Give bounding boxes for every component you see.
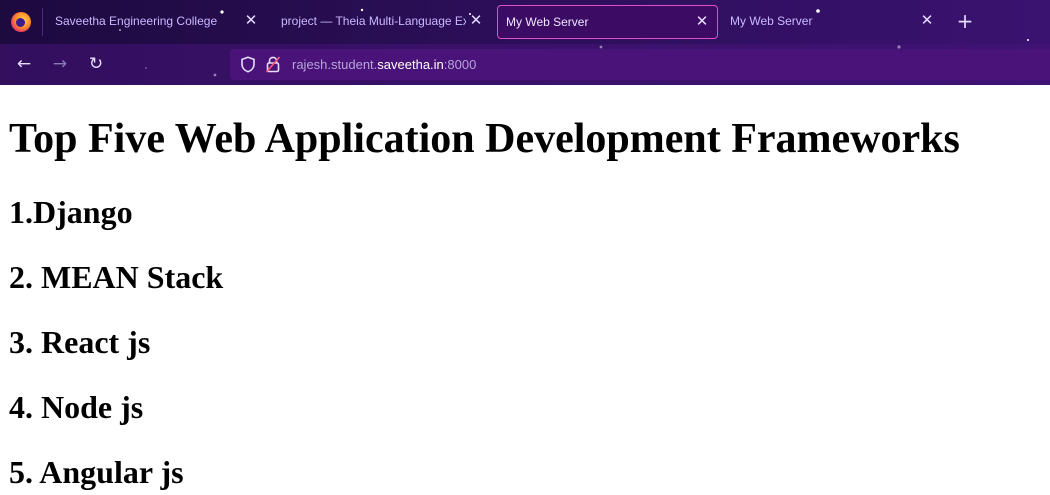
tab-title: Saveetha Engineering College xyxy=(55,14,218,28)
framework-item-django: 1.Django xyxy=(9,194,133,230)
url-port: :8000 xyxy=(443,57,477,72)
insecure-lock-icon[interactable] xyxy=(266,56,280,73)
tab-title: My Web Server xyxy=(506,15,589,29)
tab-my-web-server-active[interactable]: My Web Server ✕ xyxy=(497,5,718,39)
browser-chrome: Saveetha Engineering College ✕ project —… xyxy=(0,0,1050,85)
tab-my-web-server[interactable]: My Web Server ✕ xyxy=(720,5,946,39)
tab-bar: Saveetha Engineering College ✕ project —… xyxy=(0,0,1050,44)
framework-item-mean-stack: 2. MEAN Stack xyxy=(9,259,224,295)
tab-title: My Web Server xyxy=(730,14,813,28)
framework-item-react-js: 3. React js xyxy=(9,324,151,360)
page-title: Top Five Web Application Development Fra… xyxy=(9,116,960,162)
navigation-bar: ← → ↻ rajesh.student.saveetha.in:8000 xyxy=(0,44,1050,85)
back-button[interactable]: ← xyxy=(14,54,34,74)
tab-close-icon[interactable]: ✕ xyxy=(694,13,710,29)
url-host: saveetha.in xyxy=(377,57,444,72)
reload-button[interactable]: ↻ xyxy=(86,54,106,74)
url-prefix: rajesh.student. xyxy=(292,57,378,72)
framework-item-angular-js: 5. Angular js xyxy=(9,454,184,490)
tab-close-icon[interactable]: ✕ xyxy=(243,12,259,28)
forward-button[interactable]: → xyxy=(50,54,70,74)
firefox-logo-icon[interactable] xyxy=(11,12,31,32)
url-text[interactable]: rajesh.student.saveetha.in:8000 xyxy=(292,57,476,72)
tab-saveetha-college[interactable]: Saveetha Engineering College ✕ xyxy=(43,5,269,39)
new-tab-button[interactable]: + xyxy=(955,11,975,31)
tab-close-icon[interactable]: ✕ xyxy=(468,12,484,28)
framework-item-node-js: 4. Node js xyxy=(9,389,144,425)
address-bar[interactable]: rajesh.student.saveetha.in:8000 xyxy=(230,49,1050,80)
page-content: Top Five Web Application Development Fra… xyxy=(0,85,1050,495)
shield-icon[interactable] xyxy=(240,56,256,73)
tab-close-icon[interactable]: ✕ xyxy=(919,12,935,28)
tab-theia-project[interactable]: project — Theia Multi-Language Ex ✕ xyxy=(269,5,495,39)
tab-title: project — Theia Multi-Language Ex xyxy=(281,14,466,28)
